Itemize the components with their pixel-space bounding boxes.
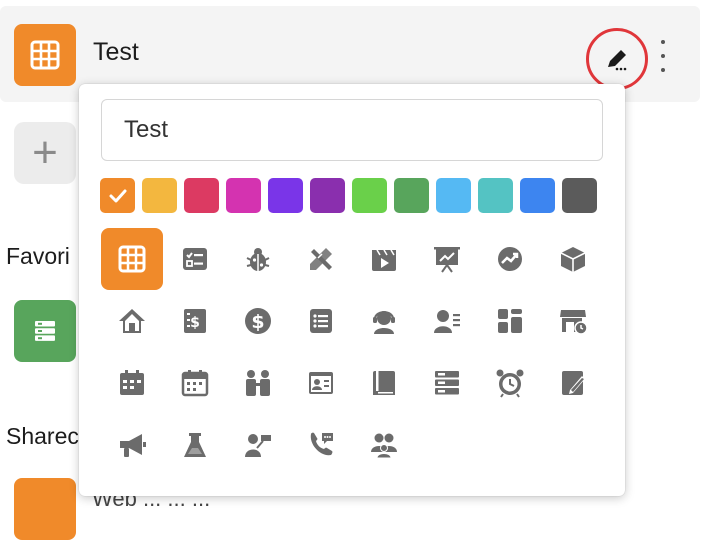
icon-option[interactable]: [163, 352, 226, 414]
favorites-heading: Favori: [6, 243, 70, 269]
bug-icon: [246, 248, 269, 271]
notebook-icon: [561, 371, 585, 395]
icon-option[interactable]: [478, 228, 541, 290]
color-swatch[interactable]: [100, 178, 135, 213]
plus-icon: +: [32, 128, 58, 177]
icon-option[interactable]: [100, 352, 163, 414]
video-icon: [371, 249, 396, 271]
calendar-check-icon: [119, 370, 144, 395]
icon-picker-grid: $ $: [100, 228, 604, 476]
selected-icon-highlight: [100, 228, 163, 290]
icon-option[interactable]: [226, 228, 289, 290]
server-icon: [434, 371, 459, 395]
app-customize-popover: $$: [79, 84, 625, 496]
group-icon: [370, 433, 397, 459]
shared-heading: Sharec: [6, 423, 79, 449]
app-title: Test: [93, 38, 139, 66]
icon-option[interactable]: [100, 228, 163, 290]
favorite-app-tile[interactable]: [14, 300, 76, 362]
store-icon: [559, 310, 588, 335]
calendar-icon: [181, 370, 208, 397]
icon-option[interactable]: [352, 352, 415, 414]
icon-option[interactable]: [163, 228, 226, 290]
edit-button[interactable]: [586, 28, 648, 90]
receipt-icon: $: [183, 309, 206, 333]
color-swatch[interactable]: [226, 178, 261, 213]
icon-option[interactable]: [541, 352, 604, 414]
grid-icon: [30, 40, 60, 70]
id-card-icon: [308, 372, 333, 394]
color-swatch[interactable]: [310, 178, 345, 213]
shared-app-tile[interactable]: [14, 478, 76, 540]
alarm-clock-icon: [496, 369, 523, 398]
icon-option[interactable]: [352, 414, 415, 476]
icon-option[interactable]: [415, 352, 478, 414]
checklist-icon: [182, 248, 207, 270]
color-swatch[interactable]: [478, 178, 513, 213]
app-name-input[interactable]: [101, 99, 603, 161]
list-icon: [309, 309, 332, 333]
contact-list-icon: [433, 310, 460, 333]
icon-option[interactable]: [352, 228, 415, 290]
server-icon: [35, 321, 55, 341]
more-options-button[interactable]: [656, 36, 670, 76]
icon-option[interactable]: [163, 414, 226, 476]
icon-option[interactable]: $: [226, 290, 289, 352]
icon-option[interactable]: [289, 414, 352, 476]
support-agent-icon: [372, 311, 395, 334]
megaphone-icon: [119, 434, 146, 457]
color-swatch[interactable]: [394, 178, 429, 213]
icon-option[interactable]: [226, 352, 289, 414]
lab-flask-icon: [183, 433, 206, 457]
presentation-icon: [433, 247, 460, 273]
icon-option[interactable]: [541, 290, 604, 352]
color-swatch[interactable]: [562, 178, 597, 213]
phone-chat-icon: [310, 432, 333, 456]
icon-option[interactable]: [415, 228, 478, 290]
svg-text:$: $: [190, 315, 200, 331]
people-icon: [245, 370, 270, 396]
box-icon: [560, 247, 585, 272]
color-swatch[interactable]: [520, 178, 555, 213]
icon-option[interactable]: [289, 352, 352, 414]
dashboard-icon: [497, 309, 522, 333]
color-swatch[interactable]: [352, 178, 387, 213]
color-swatch[interactable]: [142, 178, 177, 213]
color-palette: [100, 178, 597, 213]
color-swatch[interactable]: [184, 178, 219, 213]
icon-option[interactable]: [100, 414, 163, 476]
color-swatch[interactable]: [268, 178, 303, 213]
icon-option[interactable]: [289, 290, 352, 352]
icon-option[interactable]: [289, 228, 352, 290]
icon-option[interactable]: $: [163, 290, 226, 352]
svg-text:$: $: [251, 311, 264, 333]
icon-option[interactable]: [226, 414, 289, 476]
check-icon: [109, 189, 126, 202]
icon-option[interactable]: [100, 290, 163, 352]
icon-option[interactable]: [478, 290, 541, 352]
app-icon-button[interactable]: [14, 24, 76, 86]
dollar-icon: $: [244, 308, 271, 334]
icon-option[interactable]: [352, 290, 415, 352]
icon-option[interactable]: [478, 352, 541, 414]
presenter-icon: [244, 434, 271, 457]
icon-option[interactable]: [541, 228, 604, 290]
home-icon: [118, 309, 145, 333]
book-icon: [372, 371, 395, 395]
vertical-dots-icon: [661, 40, 665, 44]
grid-icon: [118, 245, 145, 273]
tools-icon: [309, 248, 332, 270]
pencil-icon: [608, 50, 627, 71]
icon-option[interactable]: [415, 290, 478, 352]
trend-icon: [497, 247, 522, 271]
add-button[interactable]: +: [14, 122, 76, 184]
color-swatch[interactable]: [436, 178, 471, 213]
